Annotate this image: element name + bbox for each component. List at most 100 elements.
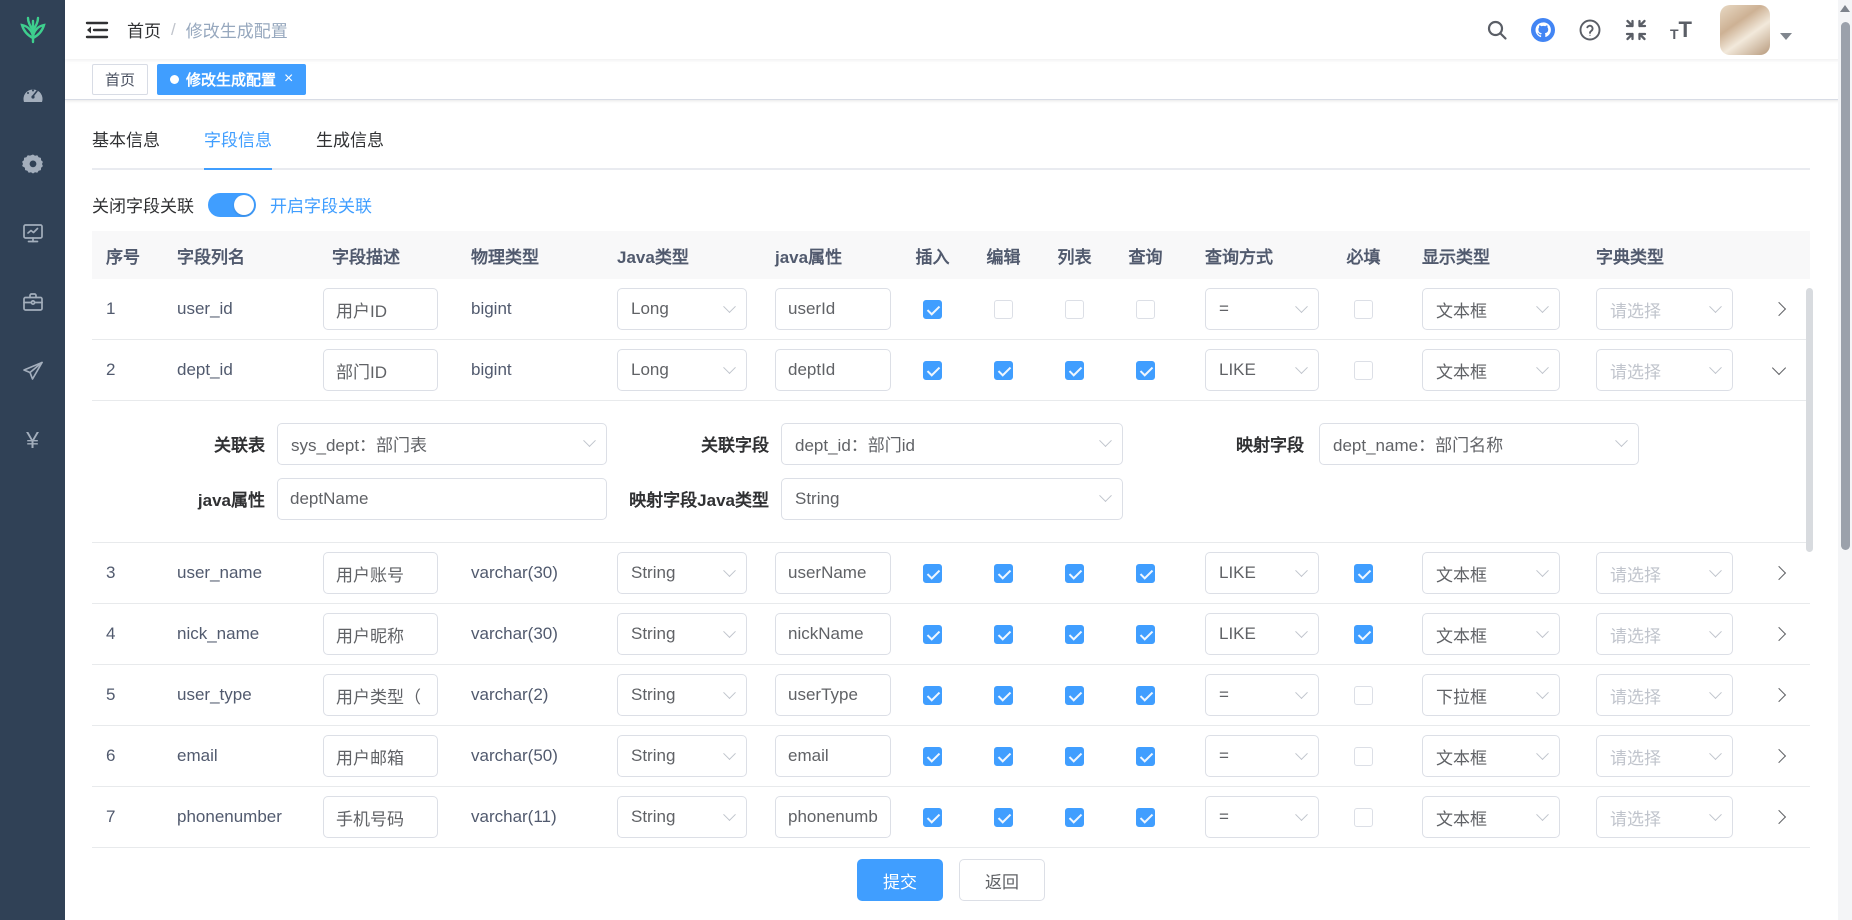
query-type-select[interactable]: LIKE: [1205, 613, 1319, 655]
tag-home[interactable]: 首页: [92, 64, 148, 95]
required-checkbox[interactable]: [1354, 808, 1373, 827]
required-checkbox[interactable]: [1354, 564, 1373, 583]
java-field-input[interactable]: [775, 613, 891, 655]
column-desc-input[interactable]: [323, 552, 438, 594]
html-type-select[interactable]: 文本框: [1422, 796, 1560, 838]
tab-field-info[interactable]: 字段信息: [204, 126, 272, 170]
html-type-select[interactable]: 下拉框: [1422, 674, 1560, 716]
expand-icon[interactable]: [1772, 749, 1786, 763]
java-type-select[interactable]: Long: [617, 288, 747, 330]
html-type-select[interactable]: 文本框: [1422, 613, 1560, 655]
font-size-icon[interactable]: TT: [1670, 19, 1692, 41]
column-desc-input[interactable]: [323, 796, 438, 838]
expand-icon[interactable]: [1772, 810, 1786, 824]
help-icon[interactable]: [1578, 18, 1602, 42]
java-type-select[interactable]: String: [617, 735, 747, 777]
java-field-input[interactable]: [775, 674, 891, 716]
sidebar-item-tool[interactable]: [21, 290, 45, 314]
insert-checkbox[interactable]: [923, 625, 942, 644]
query-checkbox[interactable]: [1136, 300, 1155, 319]
required-checkbox[interactable]: [1354, 625, 1373, 644]
java-attr-input[interactable]: [277, 478, 607, 520]
dict-type-select[interactable]: 请选择: [1596, 796, 1733, 838]
sidebar-item-pay[interactable]: ¥: [21, 428, 45, 452]
search-icon[interactable]: [1486, 19, 1508, 41]
fullscreen-icon[interactable]: [1624, 18, 1648, 42]
insert-checkbox[interactable]: [923, 300, 942, 319]
sidebar-item-guide[interactable]: [21, 359, 45, 383]
edit-checkbox[interactable]: [994, 625, 1013, 644]
column-desc-input[interactable]: [323, 613, 438, 655]
dict-type-select[interactable]: 请选择: [1596, 349, 1733, 391]
html-type-select[interactable]: 文本框: [1422, 735, 1560, 777]
java-type-select[interactable]: Long: [617, 349, 747, 391]
close-icon[interactable]: ×: [284, 70, 293, 88]
dict-type-select[interactable]: 请选择: [1596, 735, 1733, 777]
required-checkbox[interactable]: [1354, 361, 1373, 380]
java-field-input[interactable]: [775, 552, 891, 594]
java-field-input[interactable]: [775, 349, 891, 391]
expand-icon[interactable]: [1772, 361, 1786, 375]
java-type-select[interactable]: String: [617, 674, 747, 716]
java-field-input[interactable]: [775, 288, 891, 330]
query-checkbox[interactable]: [1136, 625, 1155, 644]
list-checkbox[interactable]: [1065, 564, 1084, 583]
expand-icon[interactable]: [1772, 688, 1786, 702]
java-type-select[interactable]: String: [617, 552, 747, 594]
edit-checkbox[interactable]: [994, 564, 1013, 583]
dict-type-select[interactable]: 请选择: [1596, 288, 1733, 330]
table-scrollbar-thumb[interactable]: [1806, 288, 1813, 552]
java-field-input[interactable]: [775, 735, 891, 777]
github-icon[interactable]: [1530, 17, 1556, 43]
query-checkbox[interactable]: [1136, 361, 1155, 380]
relate-table-select[interactable]: sys_dept：部门表: [277, 423, 607, 465]
query-type-select[interactable]: LIKE: [1205, 552, 1319, 594]
sidebar-toggle-icon[interactable]: [85, 19, 109, 41]
column-desc-input[interactable]: [323, 349, 438, 391]
list-checkbox[interactable]: [1065, 808, 1084, 827]
list-checkbox[interactable]: [1065, 686, 1084, 705]
expand-icon[interactable]: [1772, 566, 1786, 580]
insert-checkbox[interactable]: [923, 747, 942, 766]
query-type-select[interactable]: =: [1205, 288, 1319, 330]
sidebar-item-monitor[interactable]: [21, 221, 45, 245]
tag-current[interactable]: 修改生成配置 ×: [157, 64, 306, 95]
dict-type-select[interactable]: 请选择: [1596, 552, 1733, 594]
edit-checkbox[interactable]: [994, 808, 1013, 827]
required-checkbox[interactable]: [1354, 300, 1373, 319]
java-type-select[interactable]: String: [617, 613, 747, 655]
tab-gen-info[interactable]: 生成信息: [316, 126, 384, 168]
expand-icon[interactable]: [1772, 302, 1786, 316]
avatar[interactable]: [1720, 5, 1770, 55]
insert-checkbox[interactable]: [923, 564, 942, 583]
insert-checkbox[interactable]: [923, 686, 942, 705]
html-type-select[interactable]: 文本框: [1422, 552, 1560, 594]
html-type-select[interactable]: 文本框: [1422, 288, 1560, 330]
edit-checkbox[interactable]: [994, 747, 1013, 766]
edit-checkbox[interactable]: [994, 300, 1013, 319]
page-scrollbar[interactable]: [1838, 0, 1852, 920]
edit-checkbox[interactable]: [994, 686, 1013, 705]
dict-type-select[interactable]: 请选择: [1596, 613, 1733, 655]
list-checkbox[interactable]: [1065, 747, 1084, 766]
map-field-select[interactable]: dept_name：部门名称: [1319, 423, 1639, 465]
edit-checkbox[interactable]: [994, 361, 1013, 380]
java-type-select[interactable]: String: [617, 796, 747, 838]
query-type-select[interactable]: LIKE: [1205, 349, 1319, 391]
list-checkbox[interactable]: [1065, 625, 1084, 644]
sidebar-item-system[interactable]: [21, 152, 45, 176]
query-checkbox[interactable]: [1136, 808, 1155, 827]
query-checkbox[interactable]: [1136, 686, 1155, 705]
relate-field-select[interactable]: dept_id：部门id: [781, 423, 1123, 465]
required-checkbox[interactable]: [1354, 686, 1373, 705]
breadcrumb-home[interactable]: 首页: [127, 17, 161, 42]
query-type-select[interactable]: =: [1205, 735, 1319, 777]
app-logo[interactable]: [15, 0, 51, 59]
query-type-select[interactable]: =: [1205, 674, 1319, 716]
column-desc-input[interactable]: [323, 735, 438, 777]
html-type-select[interactable]: 文本框: [1422, 349, 1560, 391]
list-checkbox[interactable]: [1065, 361, 1084, 380]
query-type-select[interactable]: =: [1205, 796, 1319, 838]
query-checkbox[interactable]: [1136, 747, 1155, 766]
column-desc-input[interactable]: [323, 674, 438, 716]
